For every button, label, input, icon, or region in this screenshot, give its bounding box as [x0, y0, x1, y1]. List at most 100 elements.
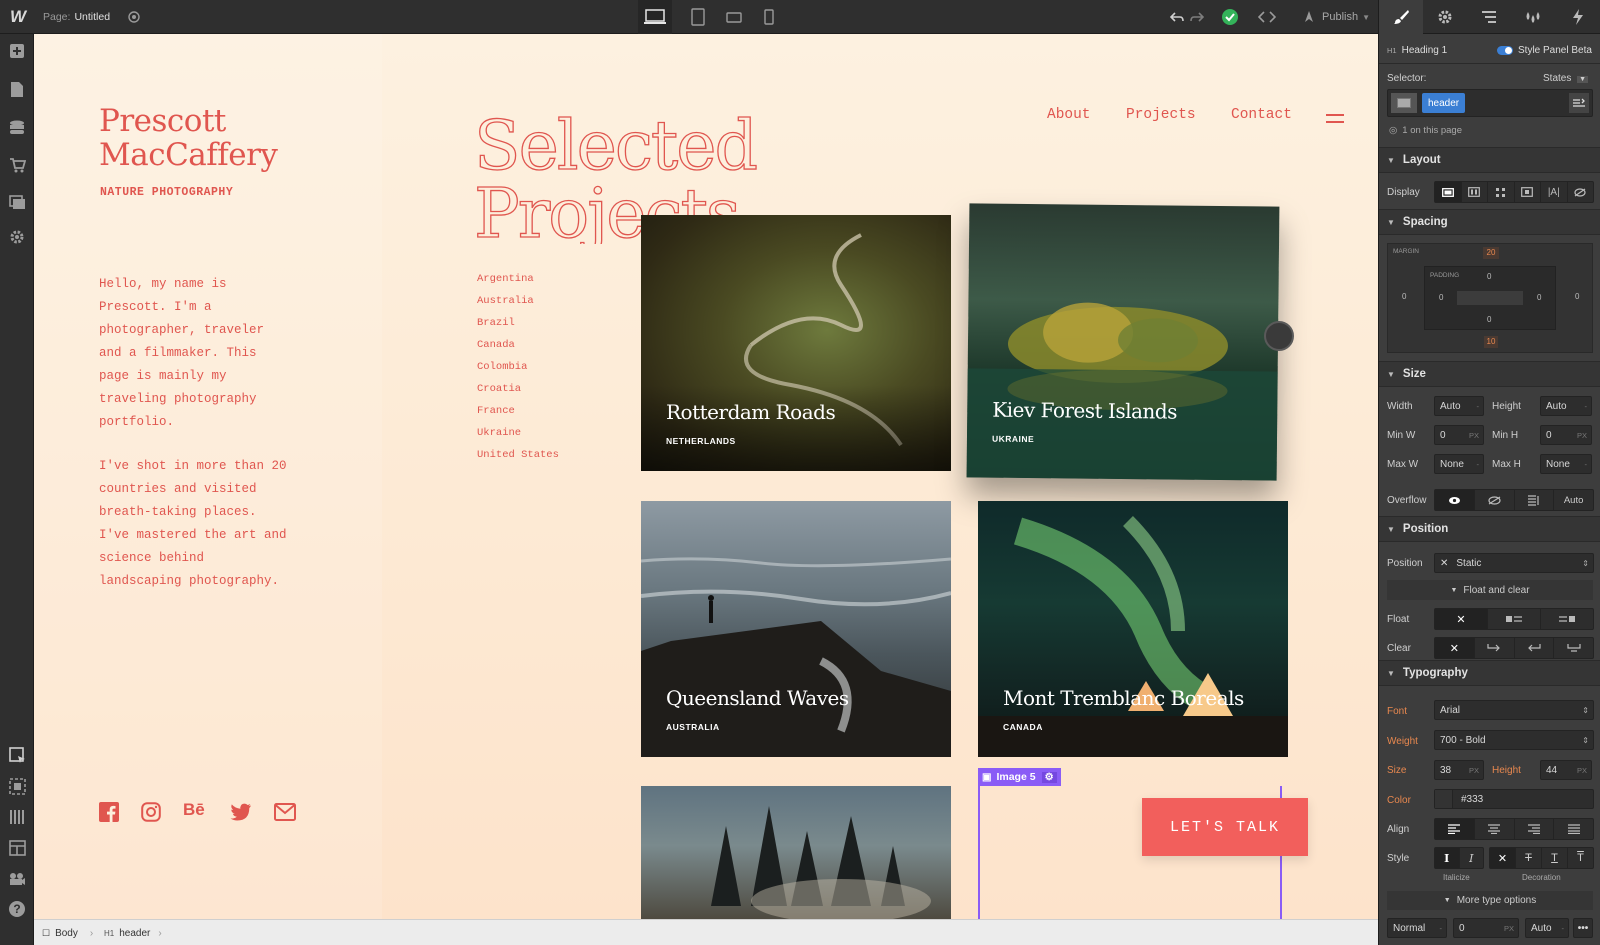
page-selector[interactable]: Page: Untitled	[43, 0, 110, 34]
line-height-input[interactable]: 44 PX	[1540, 760, 1592, 780]
drag-cursor-handle[interactable]	[1264, 321, 1294, 351]
strikethrough-icon[interactable]: T	[1516, 848, 1542, 868]
section-position[interactable]: ▼ Position	[1379, 516, 1600, 542]
padding-box[interactable]: PADDING 0 0 0 0	[1424, 266, 1556, 330]
redo-icon[interactable]	[1186, 0, 1208, 34]
align-center-icon[interactable]	[1475, 819, 1515, 839]
underline-icon[interactable]: T	[1542, 848, 1568, 868]
design-canvas[interactable]: Prescott MacCaffery NATURE PHOTOGRAPHY H…	[34, 34, 1378, 919]
float-options[interactable]: ✕	[1434, 608, 1594, 630]
element-settings-gear-icon[interactable]: ⚙	[1041, 771, 1057, 783]
color-input[interactable]: #333	[1434, 789, 1594, 809]
color-swatch[interactable]	[1435, 790, 1453, 808]
mobile-portrait-view-icon[interactable]	[756, 0, 782, 34]
undo-icon[interactable]	[1166, 0, 1188, 34]
settings-gear-icon[interactable]	[0, 222, 34, 252]
overflow-hidden-icon[interactable]	[1475, 490, 1515, 510]
italic-options[interactable]: I I	[1434, 847, 1484, 869]
display-inline-block-icon[interactable]	[1515, 182, 1541, 202]
clear-left-icon[interactable]	[1475, 638, 1515, 658]
section-spacing[interactable]: ▼ Spacing	[1379, 209, 1600, 235]
assets-images-icon[interactable]	[0, 187, 34, 217]
element-settings-gear-icon[interactable]	[1423, 0, 1467, 34]
country-link-united-states[interactable]: United States	[477, 449, 559, 461]
xray-select-icon[interactable]	[0, 771, 34, 801]
breadcrumb-body[interactable]: ☐ Body ›	[42, 920, 93, 945]
clear-options[interactable]: ✕	[1434, 637, 1594, 659]
add-element-icon[interactable]	[0, 36, 34, 66]
ecommerce-cart-icon[interactable]	[0, 150, 34, 180]
states-dropdown[interactable]: States ▼	[1543, 73, 1589, 84]
pages-icon[interactable]	[0, 74, 34, 104]
cms-database-icon[interactable]	[0, 113, 34, 143]
text-align-options[interactable]	[1434, 818, 1594, 840]
toggle-switch[interactable]	[1497, 46, 1513, 55]
spacing-box-model[interactable]: MARGIN 20 10 0 0 PADDING 0 0 0 0	[1387, 243, 1593, 353]
margin-right-value[interactable]: 0	[1575, 292, 1579, 301]
min-width-input[interactable]: 0 PX	[1434, 425, 1484, 445]
project-card-rotterdam-roads[interactable]: Rotterdam Roads NETHERLANDS	[641, 215, 951, 471]
letter-spacing-input[interactable]: 0 PX	[1453, 918, 1519, 938]
preview-eye-icon[interactable]	[122, 0, 146, 34]
instagram-icon[interactable]	[141, 802, 161, 822]
min-height-input[interactable]: 0 PX	[1540, 425, 1592, 445]
padding-bottom-value[interactable]: 0	[1487, 315, 1491, 324]
overline-icon[interactable]: T	[1568, 848, 1593, 868]
float-left-icon[interactable]	[1488, 609, 1541, 629]
facebook-icon[interactable]	[99, 802, 119, 822]
padding-left-value[interactable]: 0	[1439, 293, 1443, 302]
weight-select[interactable]: 700 - Bold ⇕	[1434, 730, 1594, 750]
text-indent-input[interactable]: Auto -	[1525, 918, 1569, 938]
section-size[interactable]: ▼ Size	[1379, 361, 1600, 387]
country-link-brazil[interactable]: Brazil	[477, 317, 515, 329]
more-options-ellipsis-icon[interactable]: •••	[1573, 918, 1593, 938]
navigator-icon[interactable]	[1467, 0, 1511, 34]
margin-bottom-value[interactable]: 10	[1484, 336, 1498, 348]
nav-link-contact[interactable]: Contact	[1231, 107, 1292, 123]
project-card-kiev-forest-islands[interactable]: Kiev Forest Islands UKRAINE	[966, 203, 1280, 481]
hamburger-menu-icon[interactable]	[1326, 112, 1344, 124]
float-right-icon[interactable]	[1541, 609, 1593, 629]
site-brand-name[interactable]: Prescott MacCaffery	[99, 104, 278, 172]
display-inline-icon[interactable]: |A|	[1541, 182, 1568, 202]
max-width-input[interactable]: None -	[1434, 454, 1484, 474]
clear-both-icon[interactable]	[1554, 638, 1593, 658]
behance-icon[interactable]: Bē	[183, 800, 205, 820]
selector-field[interactable]: header	[1387, 89, 1593, 117]
project-card-mont-tremblanc-boreals[interactable]: Mont Tremblanc Boreals CANADA	[978, 501, 1288, 757]
project-card-forest-mist[interactable]	[641, 786, 951, 919]
padding-right-value[interactable]: 0	[1537, 293, 1541, 302]
style-brush-icon[interactable]	[1379, 0, 1423, 34]
country-link-colombia[interactable]: Colombia	[477, 361, 527, 373]
width-input[interactable]: Auto -	[1434, 396, 1484, 416]
video-tutorials-icon[interactable]	[0, 864, 34, 894]
country-link-argentina[interactable]: Argentina	[477, 273, 534, 285]
email-icon[interactable]	[274, 803, 296, 821]
image-5-selection-tag[interactable]: ▣ Image 5 ⚙	[978, 768, 1061, 786]
mobile-landscape-view-icon[interactable]	[720, 0, 748, 34]
tablet-view-icon[interactable]	[684, 0, 712, 34]
float-none-close-icon[interactable]: ✕	[1435, 609, 1488, 629]
overflow-auto-option[interactable]: Auto	[1554, 490, 1593, 510]
display-none-icon[interactable]	[1568, 182, 1594, 202]
display-grid-icon[interactable]	[1488, 182, 1515, 202]
white-space-select[interactable]: Normal -	[1387, 918, 1447, 938]
country-link-ukraine[interactable]: Ukraine	[477, 427, 521, 439]
margin-top-value[interactable]: 20	[1483, 247, 1499, 259]
twitter-icon[interactable]	[230, 803, 252, 821]
project-card-queensland-waves[interactable]: Queensland Waves AUSTRALIA	[641, 501, 951, 757]
align-justify-icon[interactable]	[1554, 819, 1593, 839]
padding-top-value[interactable]: 0	[1487, 272, 1491, 281]
grid-overlay-icon[interactable]	[0, 802, 34, 832]
webflow-logo[interactable]: W	[0, 0, 36, 34]
nav-link-projects[interactable]: Projects	[1126, 107, 1196, 123]
display-block-icon[interactable]	[1435, 182, 1462, 202]
overflow-visible-eye-icon[interactable]	[1435, 490, 1475, 510]
font-select[interactable]: Arial ⇕	[1434, 700, 1594, 720]
section-typography[interactable]: ▼ Typography	[1379, 660, 1600, 686]
decoration-options[interactable]: ✕ T T T	[1489, 847, 1594, 869]
style-manager-drops-icon[interactable]	[1511, 0, 1555, 34]
align-right-icon[interactable]	[1515, 819, 1555, 839]
float-and-clear-toggle[interactable]: ▼ Float and clear	[1387, 580, 1593, 600]
country-link-france[interactable]: France	[477, 405, 515, 417]
